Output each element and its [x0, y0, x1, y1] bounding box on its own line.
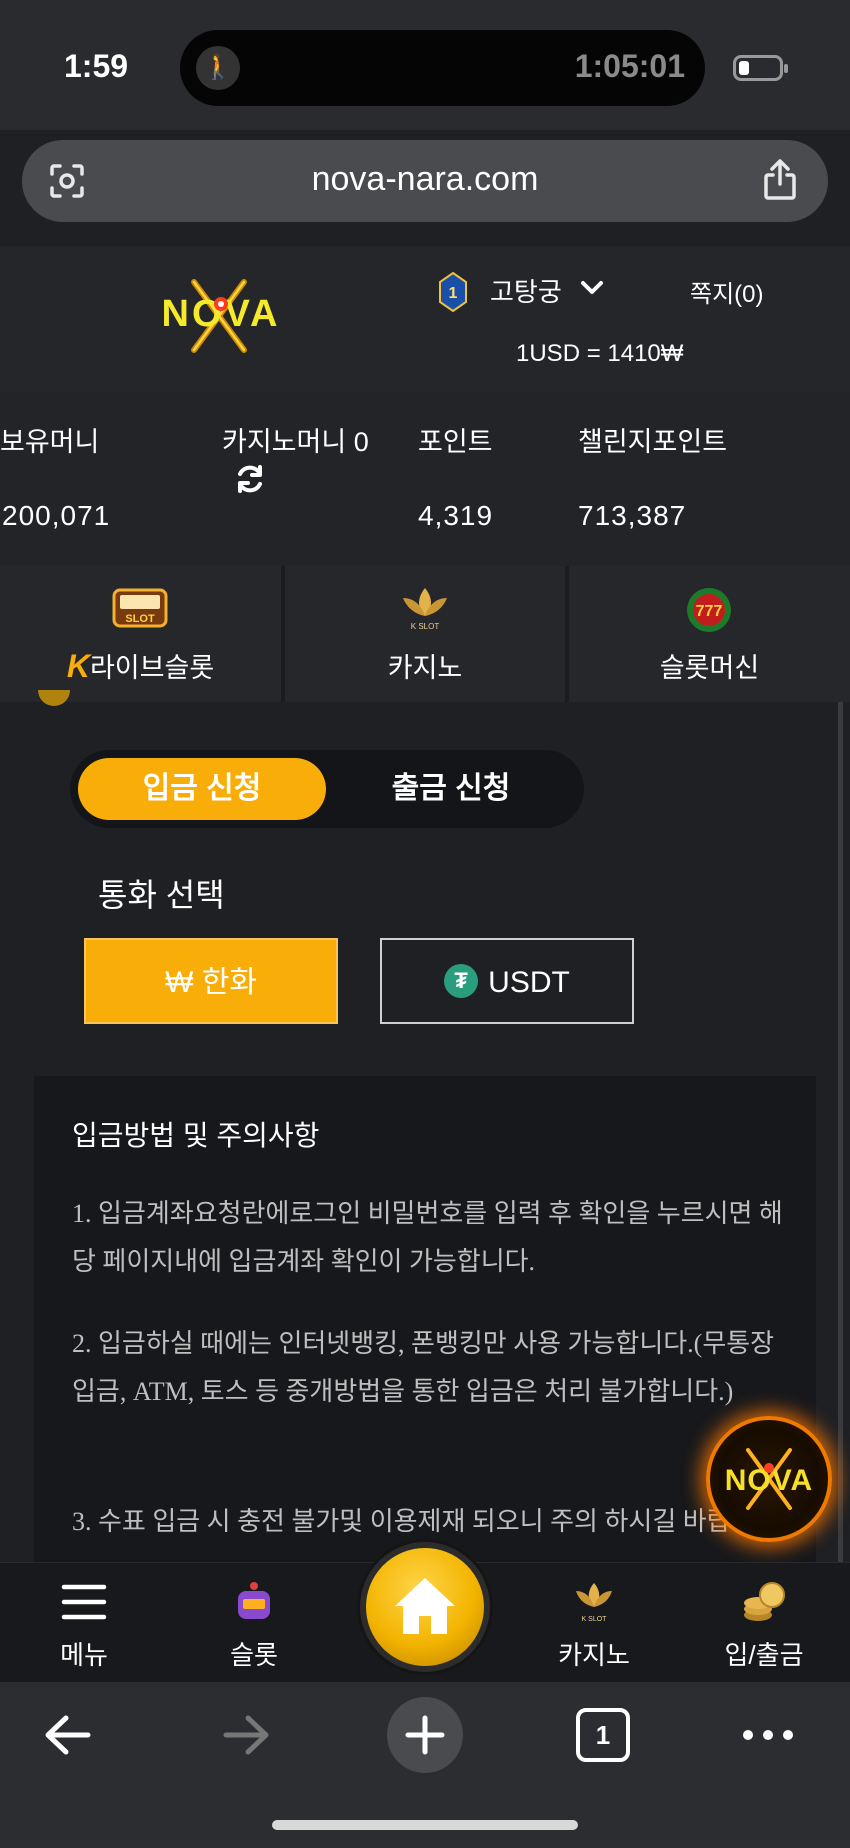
tether-icon: ₮ — [444, 964, 479, 999]
coins-icon — [744, 1582, 785, 1621]
nav-deposit-label: 입/출금 — [724, 1640, 804, 1670]
balance-value-points: 4,319 — [418, 500, 494, 531]
balance-value-money: 200,071 — [2, 500, 111, 531]
forward-arrow-icon[interactable] — [216, 1700, 276, 1770]
island-timer: 1:05:01 — [574, 48, 685, 84]
balance-bar: 보유머니 200,071 카지노머니 0 포인트 4,319 챌린지포인트 71… — [0, 392, 850, 566]
deposit-withdraw-toggle: 입금 신청 출금 신청 — [70, 750, 584, 828]
new-tab-icon[interactable] — [386, 1696, 464, 1774]
balance-value-challenge: 713,387 — [578, 500, 687, 531]
tab-live-slot-label: K라이브슬롯 — [66, 648, 215, 684]
nav-deposit[interactable]: 입/출금 — [704, 1563, 824, 1683]
share-icon[interactable] — [760, 158, 800, 202]
url-text: nova-nara.com — [311, 160, 539, 198]
balance-label-challenge: 챌린지포인트 — [578, 427, 728, 457]
nav-slot[interactable]: 슬롯 — [194, 1563, 314, 1683]
tabs-button[interactable]: 1 — [576, 1708, 630, 1762]
svg-text:K SLOT: K SLOT — [582, 1616, 608, 1623]
coin-icon — [38, 690, 70, 706]
home-icon — [395, 1578, 455, 1634]
notice-item: 1. 입금계좌요청란에로그인 비밀번호를 입력 후 확인을 누르시면 해당 페이… — [72, 1199, 783, 1276]
messages-link[interactable]: 쪽지(0) — [690, 274, 764, 309]
currency-title: 통화 선택 — [98, 877, 225, 913]
nav-casino[interactable]: K SLOT 카지노 — [534, 1563, 654, 1683]
k-logo-icon: K — [66, 648, 90, 684]
tab-slot-machine[interactable]: 777 슬롯머신 — [569, 566, 850, 702]
tab-withdraw-request[interactable]: 출금 신청 — [326, 758, 576, 820]
balance-label-casino: 카지노머니 0 — [222, 427, 369, 457]
svg-text:1: 1 — [449, 285, 458, 302]
nova-floating-button[interactable]: NOVA — [706, 1416, 832, 1542]
tab-deposit-request[interactable]: 입금 신청 — [78, 758, 326, 820]
svg-text:777: 777 — [696, 603, 723, 620]
menu-icon — [61, 1584, 107, 1620]
balance-label-points: 포인트 — [418, 427, 493, 457]
tab-casino[interactable]: K SLOT 카지노 — [285, 566, 565, 702]
status-time: 1:59 — [64, 48, 129, 84]
currency-krw-button[interactable]: ₩ 한화 — [84, 938, 338, 1024]
casino-lotus-icon: K SLOT — [576, 1583, 612, 1623]
back-arrow-icon[interactable] — [38, 1700, 98, 1770]
home-button[interactable] — [360, 1542, 490, 1672]
nav-slot-label: 슬롯 — [230, 1640, 278, 1670]
notice-title: 입금방법 및 주의사항 — [72, 1120, 320, 1151]
notice-item: 2. 입금하실 때에는 인터넷뱅킹, 폰뱅킹만 사용 가능합니다.(무통장입금,… — [72, 1329, 775, 1406]
notice-item: 3. 수표 입금 시 충전 불가및 이용제재 되오니 주의 하시길 바랍니다. — [72, 1507, 785, 1536]
deposit-notice: 입금방법 및 주의사항 1. 입금계좌요청란에로그인 비밀번호를 입력 후 확인… — [34, 1076, 816, 1576]
nova-fab-logo: NOVA — [725, 1448, 812, 1510]
tab-live-slot[interactable]: SLOT K라이브슬롯 — [0, 566, 281, 702]
nav-menu[interactable]: 메뉴 — [24, 1563, 144, 1683]
home-indicator — [272, 1820, 578, 1830]
tab-slot-machine-label: 슬롯머신 — [659, 653, 760, 683]
nav-menu-label: 메뉴 — [60, 1640, 108, 1670]
currency-usdt-button[interactable]: ₮ USDT — [380, 938, 634, 1024]
more-icon[interactable] — [738, 1700, 798, 1770]
rank-badge-icon: 1 — [439, 272, 467, 312]
status-bar: 1:59 🚶 1:05:01 — [0, 0, 850, 130]
chevron-down-icon[interactable] — [578, 276, 606, 300]
username[interactable]: 고탕궁 — [490, 272, 562, 309]
nav-casino-label: 카지노 — [558, 1640, 630, 1670]
dynamic-island: 🚶 1:05:01 — [180, 30, 705, 106]
site-header: NOVA 1 고탕궁 쪽지(0) 1USD = 1410₩ — [0, 246, 850, 392]
slot-777-icon: 777 — [687, 588, 731, 632]
svg-text:SLOT: SLOT — [125, 613, 155, 625]
tab-casino-label: 카지노 — [387, 653, 463, 683]
svg-text:K SLOT: K SLOT — [411, 622, 440, 631]
slot-robot-icon — [238, 1582, 270, 1619]
nova-logo[interactable]: NOVA — [136, 276, 306, 356]
live-slot-icon: SLOT — [112, 588, 168, 628]
walking-icon: 🚶 — [196, 46, 240, 90]
balance-label-money: 보유머니 — [0, 427, 100, 457]
exchange-rate: 1USD = 1410₩ — [516, 340, 684, 367]
address-bar[interactable]: nova-nara.com — [22, 140, 828, 222]
battery-icon — [733, 55, 788, 81]
game-tabs: SLOT K라이브슬롯 K SLOT 카지노 777 슬롯머신 — [0, 566, 850, 702]
refresh-icon[interactable] — [234, 462, 266, 496]
casino-lotus-icon: K SLOT — [403, 588, 447, 631]
